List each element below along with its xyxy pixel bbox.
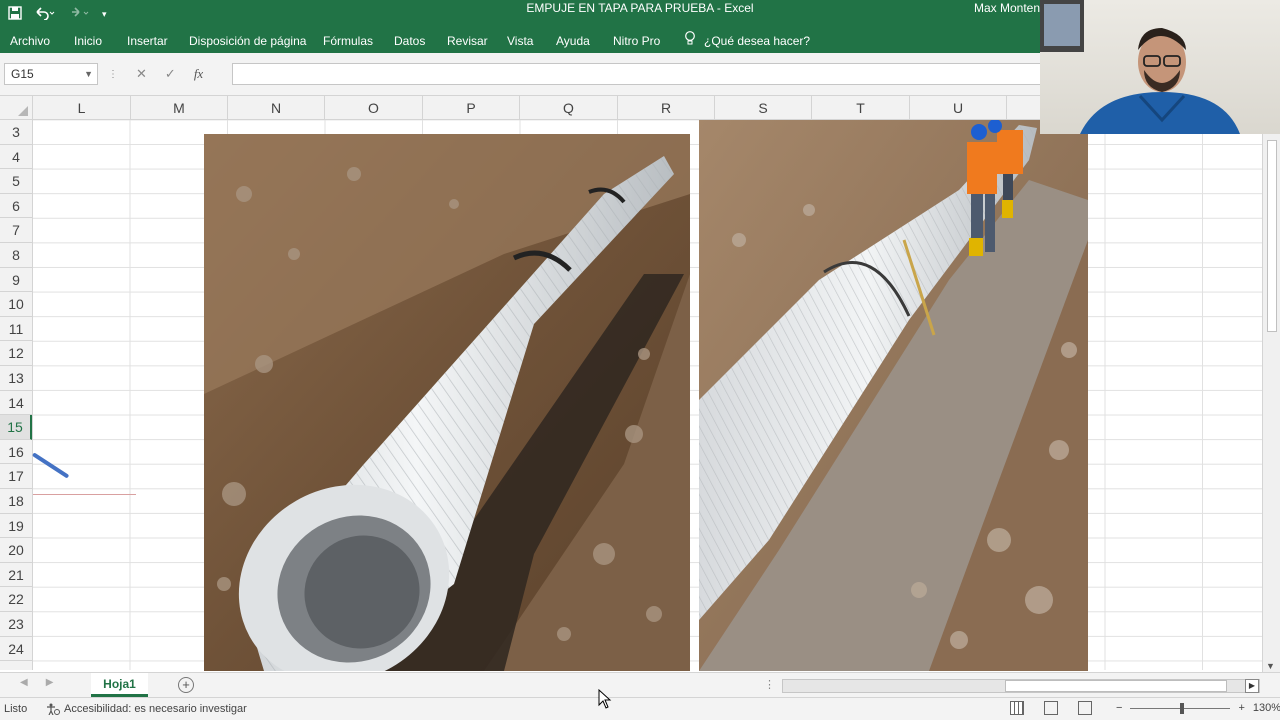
row-header[interactable]: 9 xyxy=(0,268,32,293)
next-sheet-icon[interactable]: ▶ xyxy=(46,677,54,688)
select-all-button[interactable] xyxy=(0,96,33,120)
column-header[interactable]: U xyxy=(910,96,1007,120)
row-header[interactable]: 24 xyxy=(0,637,32,662)
row-header[interactable]: 23 xyxy=(0,612,32,637)
row-header[interactable]: 22 xyxy=(0,587,32,612)
column-header[interactable]: T xyxy=(812,96,910,120)
tab-nitro-pro[interactable]: Nitro Pro xyxy=(613,32,660,50)
view-buttons xyxy=(1010,701,1092,715)
column-header[interactable]: O xyxy=(325,96,423,120)
row-header[interactable]: 7 xyxy=(0,218,32,243)
zoom-slider-knob[interactable] xyxy=(1180,702,1185,714)
accessibility-status[interactable]: Accesibilidad: es necesario investigar xyxy=(46,703,247,718)
row-header[interactable]: 5 xyxy=(0,169,32,194)
tab-disposicion[interactable]: Disposición de página xyxy=(189,32,306,50)
horizontal-scrollbar[interactable] xyxy=(782,679,1260,693)
accessibility-icon xyxy=(46,703,60,718)
row-header[interactable]: 16 xyxy=(0,440,32,465)
formula-buttons: ⋮ ✕ ✓ fx xyxy=(108,63,203,85)
row-header[interactable]: 14 xyxy=(0,391,32,416)
name-box[interactable]: G15 ▼ xyxy=(4,63,98,85)
accessibility-label: Accesibilidad: es necesario investigar xyxy=(64,703,247,715)
tab-formulas[interactable]: Fórmulas xyxy=(323,32,373,50)
status-ready: Listo xyxy=(4,703,28,715)
insert-function-icon[interactable]: fx xyxy=(194,66,203,82)
cancel-icon[interactable]: ✕ xyxy=(136,66,147,82)
prev-sheet-icon[interactable]: ◀ xyxy=(20,677,28,688)
sheet-nav: ◀ ▶ xyxy=(20,677,53,688)
row-header[interactable]: 18 xyxy=(0,489,32,514)
horizontal-scroll-thumb[interactable] xyxy=(1005,680,1227,692)
row-header-selected[interactable]: 15 xyxy=(0,415,32,440)
row-header[interactable]: 10 xyxy=(0,292,32,317)
row-header[interactable]: 20 xyxy=(0,538,32,563)
zoom-out-icon[interactable]: − xyxy=(1116,702,1122,714)
column-header[interactable]: R xyxy=(618,96,715,120)
pipe-trench-photo-2[interactable] xyxy=(699,120,1088,671)
row-header[interactable]: 12 xyxy=(0,341,32,366)
add-sheet-icon[interactable]: + xyxy=(178,677,194,693)
page-break-line xyxy=(33,494,136,495)
zoom-in-icon[interactable]: + xyxy=(1238,702,1244,714)
more-icon: ⋮ xyxy=(108,68,118,80)
scroll-down-icon[interactable]: ▼ xyxy=(1266,661,1275,671)
tab-archivo[interactable]: Archivo xyxy=(10,32,50,50)
sheet-tab-bar: ◀ ▶ Hoja1 + ⋮ ◀ ▶ xyxy=(0,672,1280,697)
row-header[interactable]: 3 xyxy=(0,120,32,145)
row-header[interactable]: 4 xyxy=(0,145,32,170)
row-header[interactable]: 17 xyxy=(0,464,32,489)
chevron-down-icon[interactable]: ▼ xyxy=(84,64,93,84)
zoom-level[interactable]: 130% xyxy=(1253,702,1280,714)
name-box-value: G15 xyxy=(11,67,34,81)
column-header[interactable]: Q xyxy=(520,96,618,120)
tab-vista[interactable]: Vista xyxy=(507,32,533,50)
tab-ayuda[interactable]: Ayuda xyxy=(556,32,590,50)
column-header[interactable]: N xyxy=(228,96,325,120)
vertical-scrollbar[interactable]: ▼ xyxy=(1262,120,1280,673)
column-header[interactable]: M xyxy=(131,96,228,120)
tab-revisar[interactable]: Revisar xyxy=(447,32,488,50)
tab-inicio[interactable]: Inicio xyxy=(74,32,102,50)
zoom-control: − + 130% xyxy=(1116,702,1280,714)
row-header[interactable]: 19 xyxy=(0,514,32,539)
lightbulb-icon xyxy=(684,31,696,51)
user-name[interactable]: Max Monten xyxy=(974,0,1040,16)
tell-me-label: ¿Qué desea hacer? xyxy=(704,34,811,48)
row-header[interactable]: 13 xyxy=(0,366,32,391)
page-layout-icon[interactable] xyxy=(1044,701,1058,715)
row-header[interactable]: 6 xyxy=(0,194,32,219)
column-header[interactable]: P xyxy=(423,96,520,120)
status-bar: Listo Accesibilidad: es necesario invest… xyxy=(0,697,1280,720)
vertical-scroll-thumb[interactable] xyxy=(1267,140,1277,332)
pipe-trench-photo-1[interactable] xyxy=(204,134,690,671)
tab-datos[interactable]: Datos xyxy=(394,32,425,50)
scroll-right-icon[interactable]: ▶ xyxy=(1245,679,1259,693)
zoom-slider[interactable] xyxy=(1130,702,1231,714)
row-headers: 3 4 5 6 7 8 9 10 11 12 13 14 15 16 17 18… xyxy=(0,120,33,670)
normal-view-icon[interactable] xyxy=(1010,701,1024,715)
row-header[interactable]: 8 xyxy=(0,243,32,268)
enter-icon[interactable]: ✓ xyxy=(165,66,176,82)
tab-insertar[interactable]: Insertar xyxy=(127,32,168,50)
page-break-preview-icon[interactable] xyxy=(1078,701,1092,715)
column-header[interactable]: S xyxy=(715,96,812,120)
row-header[interactable]: 21 xyxy=(0,563,32,588)
row-header[interactable]: 11 xyxy=(0,317,32,342)
tell-me-box[interactable]: ¿Qué desea hacer? xyxy=(684,31,811,51)
webcam-overlay xyxy=(1040,0,1280,134)
column-header[interactable]: L xyxy=(33,96,131,120)
sheet-tab-hoja1[interactable]: Hoja1 xyxy=(91,673,148,697)
tab-splitter-icon[interactable]: ⋮ xyxy=(764,678,775,691)
